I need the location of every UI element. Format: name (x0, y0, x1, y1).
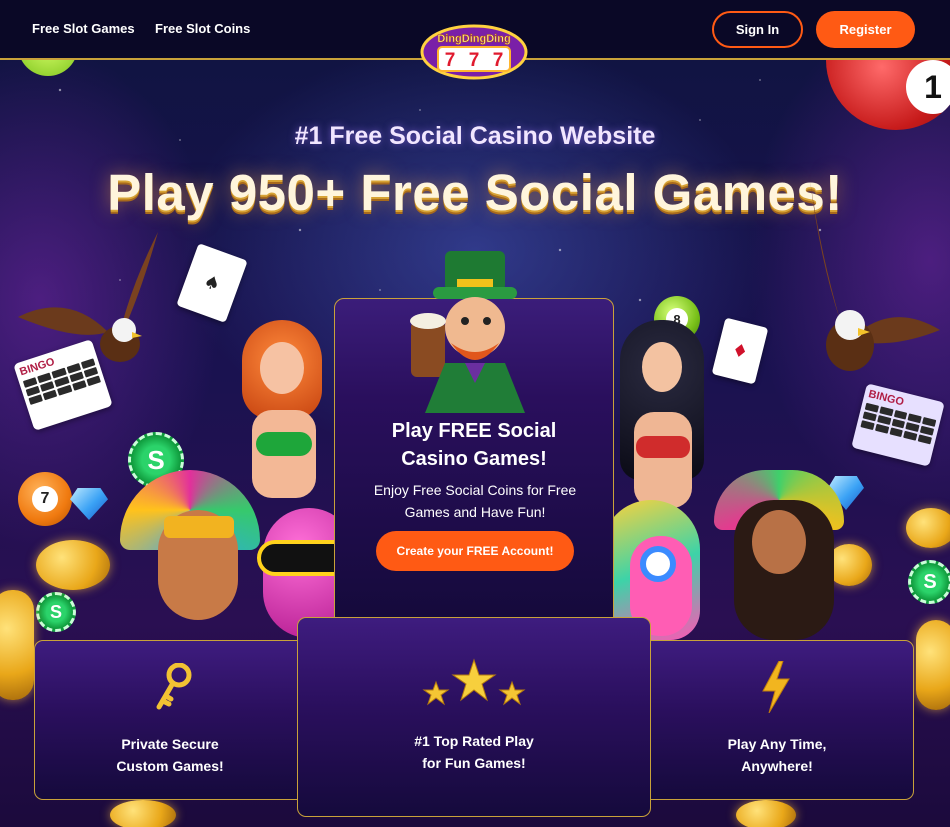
promo-title-line-1: Play FREE Social (391, 420, 557, 442)
logo-seven-3: 7 (493, 50, 504, 71)
promo-text-line-2: Games and Have Fun! (404, 504, 546, 520)
chip-symbol-3: S (923, 570, 937, 593)
logo-word-2: Ding (462, 33, 486, 45)
leprechaun-character (410, 251, 525, 413)
bingo-card-right-icon: BINGO (851, 383, 945, 467)
gold-coin-7-icon (736, 800, 796, 827)
create-free-account-button[interactable]: Create your FREE Account! (376, 531, 574, 571)
promo-card-text: Enjoy Free Social Coins for Free Games a… (355, 479, 595, 523)
feature-card-private-secure: Private Secure Custom Games! (34, 640, 306, 800)
feature-1-line-1: Private Secure (121, 736, 219, 752)
tribal-chief-character (100, 470, 280, 640)
card-suit-diamond: ♦ (729, 338, 751, 364)
eagle-right-icon (810, 180, 940, 371)
playing-card-right-icon: ♦ (711, 317, 769, 385)
eagle-left-icon (18, 232, 158, 362)
promo-title-line-2: Casino Games! (401, 448, 547, 470)
logo-seven-2: 7 (469, 50, 480, 71)
feature-3-line-2: Anywhere! (741, 758, 813, 774)
feature-card-any-time: Play Any Time, Anywhere! (640, 640, 914, 800)
nav-link-free-slot-coins[interactable]: Free Slot Coins (155, 21, 250, 36)
dark-hair-woman-character (612, 320, 712, 510)
green-chip-right-icon: S (908, 560, 950, 604)
chip-symbol-2: S (49, 601, 62, 622)
feature-3-line-1: Play Any Time, (727, 736, 827, 752)
gold-coin-3-icon (906, 508, 950, 548)
nav-link-free-slot-games[interactable]: Free Slot Games (32, 21, 135, 36)
playing-card-left-icon: ♠ (176, 243, 248, 323)
gold-coin-4-icon (916, 620, 950, 710)
gold-coin-1-icon (36, 540, 110, 590)
sign-in-button[interactable]: Sign In (712, 11, 803, 48)
page: Free Slot Games Free Slot Coins Sign In … (0, 0, 950, 827)
register-button[interactable]: Register (816, 11, 915, 48)
promo-text-line-1: Enjoy Free Social Coins for Free (373, 482, 577, 498)
svg-text:DingDingDing: DingDingDing (437, 33, 510, 45)
dingdingding-logo[interactable]: DingDingDing 7 7 7 (420, 22, 528, 80)
gold-coin-2-icon (0, 590, 34, 700)
logo-word-1: Ding (437, 33, 461, 45)
bingo-ball-7-icon: 7 (18, 472, 72, 526)
hero-subtitle: #1 Free Social Casino Website (294, 122, 656, 150)
feature-1-line-2: Custom Games! (116, 758, 224, 774)
feature-text-top-rated: #1 Top Rated Play for Fun Games! (298, 730, 650, 774)
ball-number-7: 7 (32, 486, 58, 512)
gold-coin-6-icon (110, 800, 176, 827)
feature-text-any-time: Play Any Time, Anywhere! (641, 733, 913, 777)
ball-number-1: 1 (906, 60, 950, 114)
feature-text-private-secure: Private Secure Custom Games! (35, 733, 305, 777)
signup-promo-card: Play FREE Social Casino Games! Enjoy Fre… (334, 251, 614, 628)
key-icon (156, 663, 192, 710)
feature-2-line-1: #1 Top Rated Play (414, 733, 534, 749)
promo-card-title: Play FREE Social Casino Games! (335, 417, 613, 473)
card-suit: ♠ (200, 270, 224, 296)
three-stars-icon (422, 658, 526, 706)
logo-word-3: Ding (486, 33, 510, 45)
feature-2-line-2: for Fun Games! (422, 755, 526, 771)
green-chip-bottom-left-icon: S (36, 592, 76, 632)
feature-card-top-rated: #1 Top Rated Play for Fun Games! (297, 617, 651, 817)
carnival-woman-character (704, 470, 854, 640)
lightning-icon (762, 661, 790, 713)
logo-seven-1: 7 (445, 50, 456, 71)
